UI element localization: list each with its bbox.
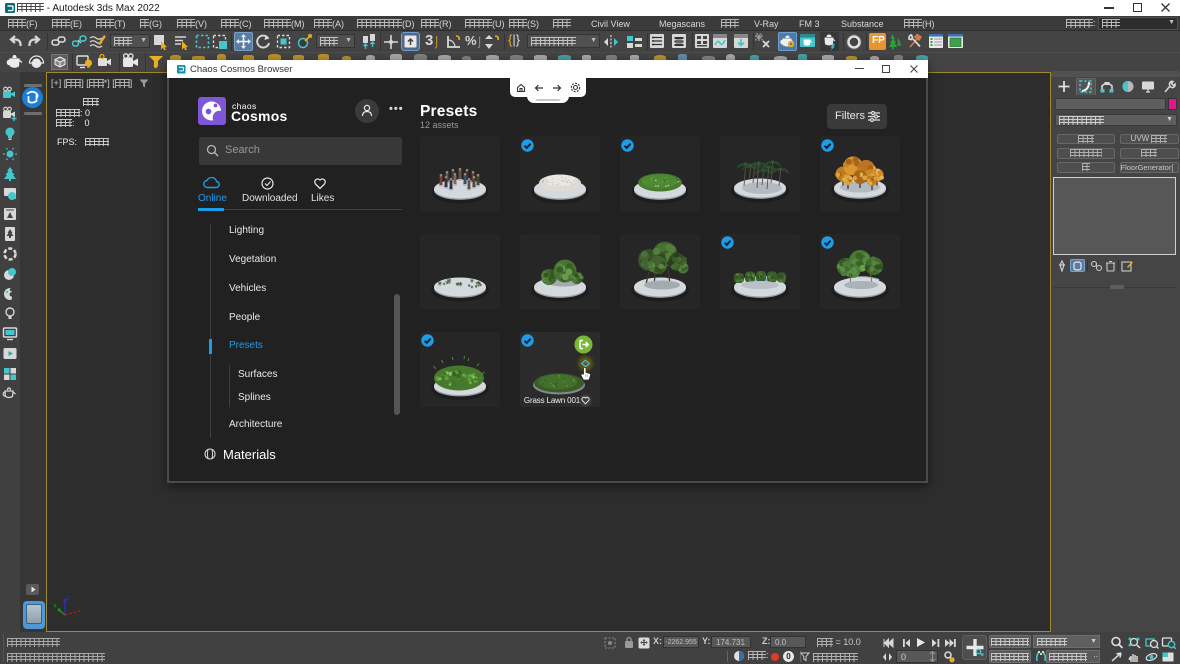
svg-text:x: x <box>54 603 58 610</box>
svg-text:z: z <box>67 595 70 602</box>
